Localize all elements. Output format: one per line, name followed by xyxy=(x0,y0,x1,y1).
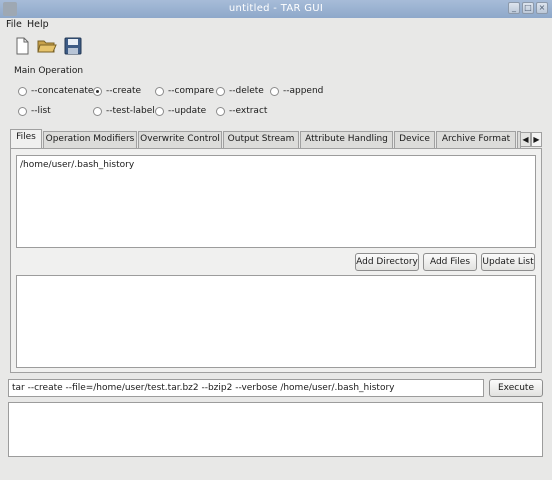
radio-label: --append xyxy=(283,86,324,96)
main-operation-label: Main Operation xyxy=(14,66,84,76)
radio-indicator[interactable] xyxy=(93,107,102,116)
radio-label: --create xyxy=(106,86,142,96)
new-file-icon[interactable] xyxy=(12,36,32,56)
radio-indicator[interactable] xyxy=(18,107,27,116)
tab-device[interactable]: Device xyxy=(394,131,435,148)
menu-bar: File Help xyxy=(0,18,552,32)
window-title: untitled - TAR GUI xyxy=(228,3,324,14)
tab-scroll-right-icon[interactable]: ▶ xyxy=(531,132,542,147)
radio-label: --test-label xyxy=(106,106,155,116)
file-list[interactable]: /home/user/.bash_history xyxy=(16,155,536,248)
radio-label: --concatenate xyxy=(31,86,94,96)
radio-label: --update xyxy=(168,106,207,116)
output-area[interactable] xyxy=(8,402,543,457)
minimize-icon[interactable]: _ xyxy=(508,2,520,14)
command-input[interactable]: tar --create --file=/home/user/test.tar.… xyxy=(8,379,484,397)
tab-bar: Files Operation Modifiers Overwrite Cont… xyxy=(10,129,542,149)
tab-overwrite-control[interactable]: Overwrite Control xyxy=(138,131,222,148)
radio-indicator[interactable] xyxy=(18,87,27,96)
add-directory-button[interactable]: Add Directory xyxy=(355,253,419,271)
tab-archive-format[interactable]: Archive Format xyxy=(436,131,516,148)
radio-label: --delete xyxy=(229,86,264,96)
tab-operation-modifiers[interactable]: Operation Modifiers xyxy=(43,131,137,148)
radio-indicator[interactable] xyxy=(155,107,164,116)
tab-scroll-left-icon[interactable]: ◀ xyxy=(520,132,531,147)
maximize-icon[interactable]: □ xyxy=(522,2,534,14)
tab-attribute-handling[interactable]: Attribute Handling xyxy=(300,131,393,148)
menu-file[interactable]: File xyxy=(6,19,22,30)
radio-indicator[interactable] xyxy=(155,87,164,96)
files-tab-panel: /home/user/.bash_history Add Directory A… xyxy=(10,148,542,373)
save-icon[interactable] xyxy=(63,36,83,56)
radio-indicator[interactable] xyxy=(270,87,279,96)
radio-indicator[interactable] xyxy=(216,87,225,96)
menu-help[interactable]: Help xyxy=(27,19,49,30)
tab-files[interactable]: Files xyxy=(10,129,42,149)
tab-output-stream[interactable]: Output Stream xyxy=(223,131,299,148)
execute-button[interactable]: Execute xyxy=(489,379,543,397)
radio-label: --extract xyxy=(229,106,268,116)
toolbar xyxy=(0,32,552,60)
list-item[interactable]: /home/user/.bash_history xyxy=(20,160,134,170)
add-files-button[interactable]: Add Files xyxy=(423,253,477,271)
title-bar: untitled - TAR GUI _ □ × xyxy=(0,0,552,18)
close-icon[interactable]: × xyxy=(536,2,548,14)
radio-label: --compare xyxy=(168,86,214,96)
directory-list[interactable] xyxy=(16,275,536,368)
update-list-button[interactable]: Update List xyxy=(481,253,535,271)
open-folder-icon[interactable] xyxy=(37,36,57,56)
radio-indicator-selected[interactable] xyxy=(93,87,102,96)
radio-label: --list xyxy=(31,106,51,116)
radio-indicator[interactable] xyxy=(216,107,225,116)
